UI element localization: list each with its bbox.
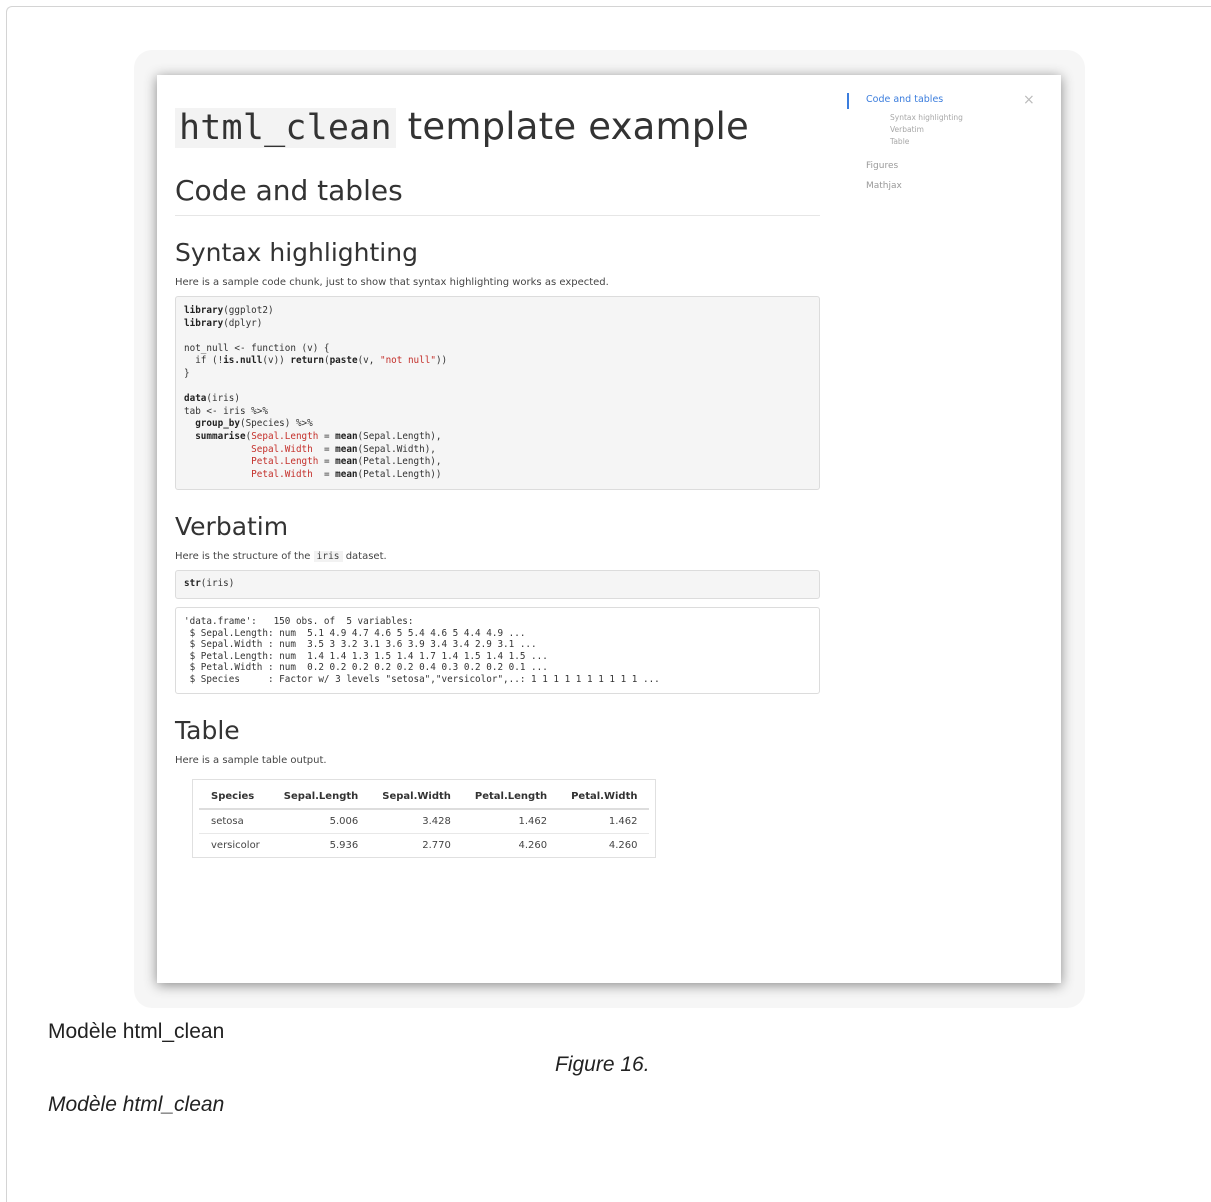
toc-active-indicator <box>847 93 849 109</box>
str-call-block: str(iris) <box>175 570 820 599</box>
syntax-paragraph: Here is a sample code chunk, just to sho… <box>175 277 609 288</box>
section-heading-code-tables: Code and tables <box>175 174 820 216</box>
close-icon[interactable]: × <box>1023 92 1035 108</box>
table-cell: versicolor <box>199 833 272 858</box>
title-rest: template example <box>395 105 749 148</box>
table-cell: 4.260 <box>462 833 560 858</box>
table-header-cell: Sepal.Width <box>370 784 463 811</box>
caption-label: Modèle html_clean <box>48 1020 225 1043</box>
table-cell: 5.936 <box>271 833 371 858</box>
str-output-block: 'data.frame': 150 obs. of 5 variables: $… <box>175 606 820 695</box>
table-cell: setosa <box>199 808 272 834</box>
toc-item-mathjax[interactable]: Mathjax <box>866 181 902 191</box>
table-cell: 4.260 <box>559 833 650 858</box>
toc-subitem-table[interactable]: Table <box>890 137 909 146</box>
table-header-cell: Sepal.Length <box>271 784 371 811</box>
document-body: html_clean template example Code and tab… <box>175 75 820 861</box>
verbatim-paragraph: Here is the structure of the iris datase… <box>175 551 820 563</box>
sample-table: Species Sepal.Length Sepal.Width Petal.L… <box>199 784 650 858</box>
verbatim-text-post: dataset. <box>342 551 387 563</box>
figure-caption: Modèle html_clean <box>48 1093 225 1116</box>
subheading-table: Table <box>175 716 240 746</box>
table-header-row: Species Sepal.Length Sepal.Width Petal.L… <box>199 784 650 811</box>
table-cell: 3.428 <box>370 808 463 834</box>
subheading-verbatim: Verbatim <box>175 512 289 542</box>
code-chunk: library(ggplot2) library(dplyr) not_null… <box>175 296 820 491</box>
template-screenshot: html_clean template example Code and tab… <box>157 75 1061 983</box>
table-header-cell: Petal.Width <box>559 784 650 811</box>
toc-item-code-and-tables[interactable]: Code and tables <box>866 94 943 105</box>
toc-subitem-verbatim[interactable]: Verbatim <box>890 125 924 134</box>
table-cell: 1.462 <box>462 808 560 834</box>
table-row: setosa 5.006 3.428 1.462 1.462 <box>199 808 650 834</box>
figure-number: Figure 16. <box>555 1053 650 1076</box>
subheading-syntax: Syntax highlighting <box>175 238 418 267</box>
toc-item-figures[interactable]: Figures <box>866 161 898 171</box>
table-header-cell: Species <box>199 784 272 811</box>
table-paragraph: Here is a sample table output. <box>175 755 327 767</box>
page-title: html_clean template example <box>175 105 820 148</box>
sample-table-wrapper: Species Sepal.Length Sepal.Width Petal.L… <box>193 780 656 858</box>
table-header-cell: Petal.Length <box>462 784 560 811</box>
title-code: html_clean <box>175 108 396 148</box>
table-cell: 2.770 <box>370 833 463 858</box>
toc-subitem-syntax[interactable]: Syntax highlighting <box>890 113 963 122</box>
table-cell: 1.462 <box>559 808 650 834</box>
inline-code-iris: iris <box>313 551 343 563</box>
table-row: versicolor 5.936 2.770 4.260 4.260 <box>199 833 650 858</box>
verbatim-text-pre: Here is the structure of the <box>175 551 314 563</box>
table-cell: 5.006 <box>271 808 371 834</box>
